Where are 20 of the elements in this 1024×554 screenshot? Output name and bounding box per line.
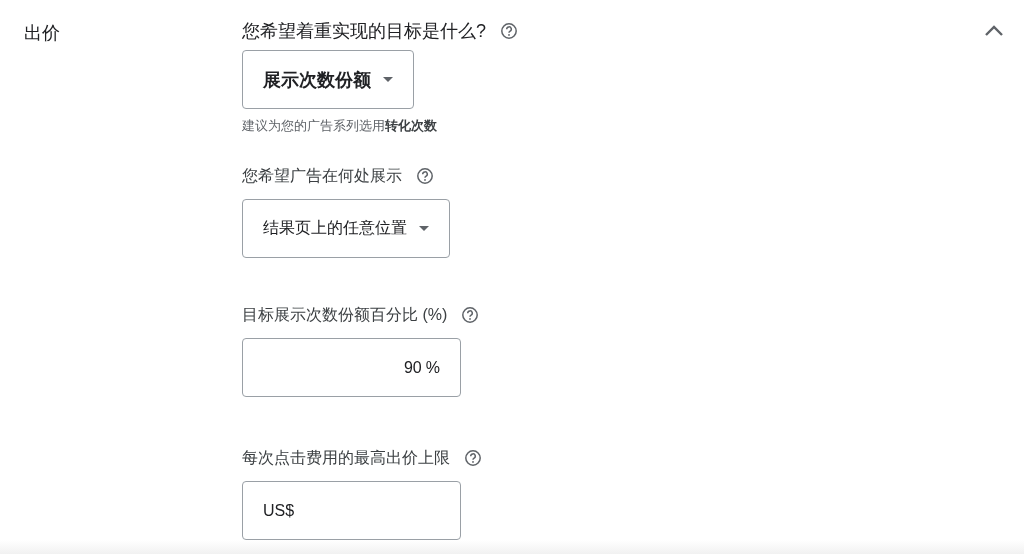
- section-title: 出价: [24, 22, 60, 45]
- dropdown[interactable]: 展示次数份额: [242, 50, 414, 109]
- field-label: 您希望广告在何处展示: [242, 166, 402, 186]
- field-value: 90: [403, 358, 422, 376]
- dropdown[interactable]: 结果页上的任意位置: [242, 199, 450, 258]
- caret-icon: [419, 226, 429, 231]
- input-field[interactable]: US$: [242, 481, 461, 540]
- help-icon[interactable]: [500, 22, 518, 40]
- collapse-icon[interactable]: [984, 24, 1004, 38]
- field-label: 您希望着重实现的目标是什么?: [242, 20, 486, 42]
- caret-icon: [383, 77, 393, 82]
- help-icon[interactable]: [461, 306, 480, 324]
- percent-suffix: %: [425, 358, 440, 377]
- field-label: 每次点击费用的最高出价上限: [242, 448, 450, 468]
- hint-text: 建议为您的广告系列选用转化次数: [242, 117, 437, 135]
- help-icon[interactable]: [416, 167, 434, 185]
- input-field[interactable]: 90 %: [242, 338, 461, 397]
- help-icon[interactable]: [464, 449, 482, 467]
- currency-prefix: US$: [263, 501, 295, 520]
- field-label: 目标展示次数份额百分比 (%): [242, 305, 448, 325]
